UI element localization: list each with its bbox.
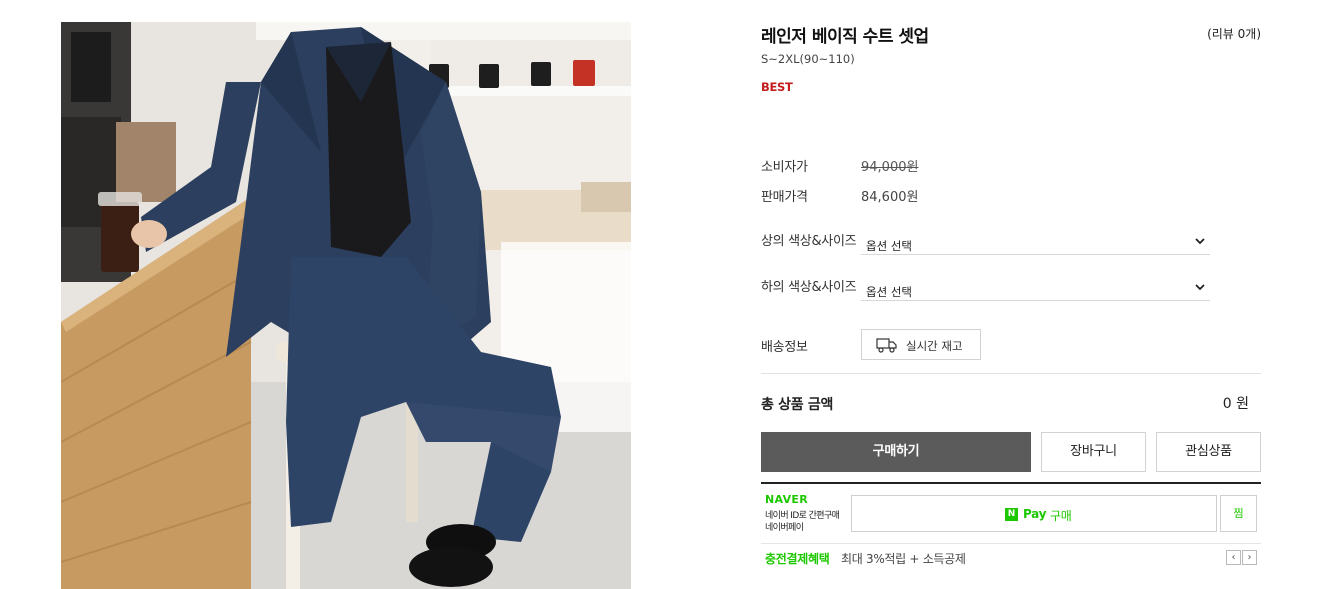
npay-buy-label: 구매: [1050, 509, 1072, 523]
naver-desc-line2: 네이버페이: [765, 523, 804, 533]
product-photo-illustration: [61, 22, 631, 589]
bottom-option-select[interactable]: 옵션 선택: [861, 275, 1210, 301]
chevron-down-icon: [1195, 284, 1205, 291]
buy-now-button[interactable]: 구매하기: [761, 432, 1031, 472]
top-option-label: 상의 색상&사이즈: [761, 234, 857, 249]
divider: [761, 373, 1261, 374]
wishlist-button[interactable]: 관심상품: [1156, 432, 1261, 472]
top-option-value: 옵션 선택: [866, 239, 912, 253]
naver-logo: NAVER: [765, 493, 808, 506]
total-price-label: 총 상품 금액: [761, 397, 834, 413]
consumer-price-label: 소비자가: [761, 160, 808, 175]
bottom-option-label: 하의 색상&사이즈: [761, 280, 857, 295]
top-option-select[interactable]: 옵션 선택: [861, 229, 1210, 255]
size-range: S~2XL(90~110): [761, 52, 855, 66]
chevron-down-icon: [1195, 238, 1205, 245]
sale-price: 84,600원: [861, 190, 919, 205]
npay-pay-label: Pay: [1023, 507, 1047, 521]
shipping-label: 배송정보: [761, 340, 808, 355]
realtime-stock-button[interactable]: 실시간 재고: [861, 329, 981, 360]
divider: [761, 543, 1261, 544]
review-count[interactable]: (리뷰 0개): [1207, 25, 1261, 42]
naver-pay-buy-button[interactable]: N Pay 구매: [851, 495, 1217, 532]
naver-n-icon: N: [1005, 508, 1018, 521]
naver-pay-jjim-button[interactable]: 찜: [1220, 495, 1257, 532]
truck-icon: [876, 338, 897, 353]
benefit-prev-button[interactable]: ‹: [1226, 550, 1241, 565]
product-title: 레인저 베이직 수트 셋업: [761, 27, 929, 47]
npay-divider: [761, 482, 1261, 484]
benefit-next-button[interactable]: ›: [1242, 550, 1257, 565]
add-to-cart-button[interactable]: 장바구니: [1041, 432, 1146, 472]
sale-price-label: 판매가격: [761, 190, 808, 205]
consumer-price: 94,000원: [861, 160, 919, 175]
product-image: [61, 22, 631, 589]
best-badge: BEST: [761, 80, 793, 94]
realtime-stock-label: 실시간 재고: [906, 339, 963, 353]
total-price-value: 0 원: [1222, 396, 1249, 412]
npay-benefit-title: 충전결제혜택: [765, 552, 830, 566]
bottom-option-value: 옵션 선택: [866, 285, 912, 299]
npay-benefit-text: 최대 3%적립 + 소득공제: [841, 552, 966, 566]
